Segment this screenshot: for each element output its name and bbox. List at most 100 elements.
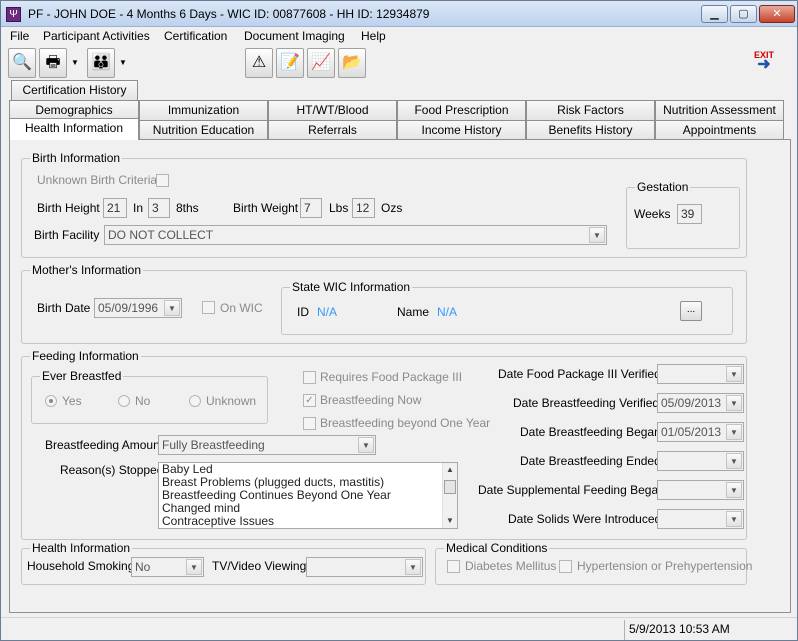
folder-icon[interactable]: 📂 <box>338 48 366 78</box>
tab-income-history[interactable]: Income History <box>397 120 526 140</box>
reasons-scrollbar[interactable]: ▲ ▼ <box>442 463 457 528</box>
reasons-stopped-list[interactable]: Baby Led Breast Problems (plugged ducts,… <box>158 462 458 529</box>
minimize-button[interactable]: ▁ <box>701 5 728 23</box>
breastfeeding-amount-select[interactable]: Fully Breastfeeding ▼ <box>158 435 376 455</box>
status-bar: 5/9/2013 10:53 AM <box>1 617 797 640</box>
chevron-down-icon: ▼ <box>405 559 421 575</box>
scroll-down-icon[interactable]: ▼ <box>443 514 457 528</box>
hypertension-label: Hypertension or Prehypertension <box>577 559 753 573</box>
menu-help[interactable]: Help <box>361 29 386 43</box>
on-wic-checkbox[interactable] <box>202 301 215 314</box>
reasons-stopped-label: Reason(s) Stopped <box>60 463 164 477</box>
maximize-button[interactable]: ▢ <box>730 5 757 23</box>
menu-document-imaging[interactable]: Document Imaging <box>244 29 345 43</box>
household-smoking-select[interactable]: No ▼ <box>131 557 204 577</box>
tab-health-information[interactable]: Health Information <box>9 118 139 140</box>
diabetes-mellitus-checkbox[interactable] <box>447 560 460 573</box>
chevron-down-icon: ▼ <box>726 424 742 440</box>
unknown-birth-criteria-checkbox[interactable] <box>156 174 169 187</box>
health-information-panel: Birth Information Unknown Birth Criteria… <box>9 139 791 613</box>
birth-information-group: Birth Information Unknown Birth Criteria… <box>21 151 747 258</box>
tab-risk-factors[interactable]: Risk Factors <box>526 100 655 120</box>
search-icon[interactable]: 🔍 <box>8 48 36 78</box>
birth-height-eighths-input[interactable]: 3 <box>148 198 170 218</box>
date-breastfeeding-began-select[interactable]: 01/05/2013 ▼ <box>657 422 744 442</box>
tab-nutrition-education[interactable]: Nutrition Education <box>139 120 268 140</box>
scroll-up-icon[interactable]: ▲ <box>443 463 457 477</box>
state-wic-browse-button[interactable]: ... <box>680 301 702 321</box>
tab-immunization[interactable]: Immunization <box>139 100 268 120</box>
date-breastfeeding-verified-select[interactable]: 05/09/2013 ▼ <box>657 393 744 413</box>
toolbar: 🔍 🖶 ▼ 👪 ▼ ⚠ 📝 📈 📂 <box>1 45 797 81</box>
date-breastfeeding-began-value: 01/05/2013 <box>661 425 722 439</box>
ever-breastfed-yes-radio[interactable] <box>45 395 57 407</box>
breastfeeding-beyond-one-year-checkbox[interactable] <box>303 417 316 430</box>
main-window: Ψ PF - JOHN DOE - 4 Months 6 Days - WIC … <box>0 0 798 641</box>
scroll-thumb[interactable] <box>444 480 456 494</box>
state-wic-name-value: N/A <box>437 305 458 319</box>
date-solids-introduced-select[interactable]: ▼ <box>657 509 744 529</box>
tab-referrals[interactable]: Referrals <box>268 120 397 140</box>
mother-birth-date-select[interactable]: 05/09/1996 ▼ <box>94 298 182 318</box>
inches-label: In <box>133 201 144 215</box>
mother-birth-date-label: Birth Date <box>37 301 91 315</box>
hypertension-checkbox[interactable] <box>559 560 572 573</box>
birth-weight-lbs-input[interactable]: 7 <box>300 198 322 218</box>
notes-icon[interactable]: 📝 <box>276 48 304 78</box>
birth-height-inches-input[interactable]: 21 <box>103 198 127 218</box>
print-dropdown[interactable]: ▼ <box>69 48 81 78</box>
birth-facility-select[interactable]: DO NOT COLLECT ▼ <box>104 225 607 245</box>
state-wic-information-group: State WIC Information ID N/A Name N/A ..… <box>281 280 733 335</box>
mothers-information-legend: Mother's Information <box>30 263 144 277</box>
tab-nutrition-assessment[interactable]: Nutrition Assessment <box>655 100 784 120</box>
tab-benefits-history[interactable]: Benefits History <box>526 120 655 140</box>
medical-conditions-group: Medical Conditions Diabetes Mellitus Hyp… <box>435 541 752 585</box>
date-food-package-3-verified-select[interactable]: ▼ <box>657 364 744 384</box>
tv-video-viewing-select[interactable]: ▼ <box>306 557 423 577</box>
menu-file[interactable]: File <box>10 29 29 43</box>
ozs-label: Ozs <box>381 201 403 215</box>
date-breastfeeding-verified-label: Date Breastfeeding Verified <box>513 396 660 410</box>
date-breastfeeding-verified-value: 05/09/2013 <box>661 396 722 410</box>
close-button[interactable]: ✕ <box>759 5 795 23</box>
date-solids-introduced-label: Date Solids Were Introduced <box>508 512 662 526</box>
tab-ht-wt-blood[interactable]: HT/WT/Blood <box>268 100 397 120</box>
tab-food-prescription[interactable]: Food Prescription <box>397 100 526 120</box>
date-supplemental-feeding-began-label: Date Supplemental Feeding Began <box>478 483 665 497</box>
growth-chart-icon[interactable]: 📈 <box>307 48 335 78</box>
breastfeeding-now-checkbox[interactable]: ✓ <box>303 394 316 407</box>
menu-participant-activities[interactable]: Participant Activities <box>43 29 150 43</box>
chevron-down-icon: ▼ <box>186 559 202 575</box>
health-information-group: Health Information Household Smoking No … <box>21 541 426 585</box>
tab-appointments[interactable]: Appointments <box>655 120 784 140</box>
menu-certification[interactable]: Certification <box>164 29 227 43</box>
health-information-legend: Health Information <box>30 541 133 555</box>
ever-breastfed-unknown-radio[interactable] <box>189 395 201 407</box>
gestation-weeks-label: Weeks <box>634 207 671 221</box>
date-food-package-3-verified-label: Date Food Package III Verified <box>498 367 661 381</box>
family-icon[interactable]: 👪 <box>87 48 115 78</box>
ever-breastfed-no-radio[interactable] <box>118 395 130 407</box>
requires-food-package-3-checkbox[interactable] <box>303 371 316 384</box>
tab-certification-history[interactable]: Certification History <box>11 80 138 100</box>
date-breastfeeding-ended-select[interactable]: ▼ <box>657 451 744 471</box>
exit-button[interactable]: EXIT ➜ <box>750 50 778 78</box>
print-icon[interactable]: 🖶 <box>39 48 67 78</box>
birth-height-label: Birth Height <box>37 201 100 215</box>
alert-icon[interactable]: ⚠ <box>245 48 273 78</box>
list-item[interactable]: Contraceptive Issues <box>159 515 457 528</box>
ever-breastfed-group: Ever Breastfed Yes No Unknown <box>31 369 268 424</box>
ever-breastfed-legend: Ever Breastfed <box>40 369 124 383</box>
family-dropdown[interactable]: ▼ <box>117 48 129 78</box>
lbs-label: Lbs <box>329 201 349 215</box>
exit-arrow-icon: ➜ <box>757 56 771 73</box>
birth-weight-label: Birth Weight <box>233 201 299 215</box>
birth-weight-ozs-input[interactable]: 12 <box>352 198 375 218</box>
chevron-down-icon: ▼ <box>358 437 374 453</box>
household-smoking-label: Household Smoking <box>27 559 135 573</box>
date-supplemental-feeding-began-select[interactable]: ▼ <box>657 480 744 500</box>
diabetes-mellitus-label: Diabetes Mellitus <box>465 559 557 573</box>
gestation-weeks-input[interactable]: 39 <box>677 204 702 224</box>
tab-demographics[interactable]: Demographics <box>9 100 139 120</box>
chevron-down-icon: ▼ <box>726 511 742 527</box>
